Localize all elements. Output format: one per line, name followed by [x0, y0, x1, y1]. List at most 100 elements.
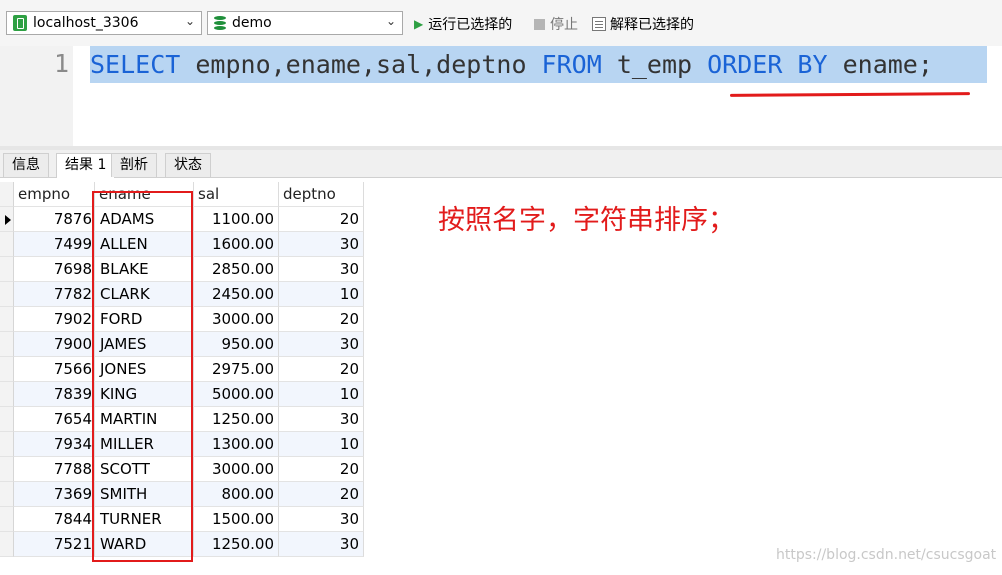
toolbar: localhost_3306 ⌄ demo ⌄ ▶ 运行已选择的 停止 解释已选… — [0, 0, 1002, 46]
sql-text: ename; — [827, 50, 933, 79]
database-select[interactable]: demo ⌄ — [207, 11, 403, 35]
sql-editor[interactable]: 1 SELECT empno,ename,sal,deptno FROM t_e… — [0, 46, 1002, 146]
cell-ename[interactable]: MARTIN — [95, 407, 194, 432]
row-indicator[interactable] — [0, 507, 14, 532]
cell-empno[interactable]: 7839 — [14, 382, 95, 407]
row-indicator[interactable] — [0, 457, 14, 482]
explain-selected-button[interactable]: 解释已选择的 — [592, 14, 694, 34]
stop-label: 停止 — [550, 17, 578, 33]
tab-profile[interactable]: 剖析 — [111, 153, 157, 177]
row-indicator[interactable] — [0, 282, 14, 307]
cell-empno[interactable]: 7902 — [14, 307, 95, 332]
cell-ename[interactable]: SCOTT — [95, 457, 194, 482]
cell-empno[interactable]: 7654 — [14, 407, 95, 432]
cell-sal[interactable]: 1600.00 — [194, 232, 279, 257]
cell-deptno[interactable]: 10 — [279, 282, 364, 307]
run-selected-button[interactable]: ▶ 运行已选择的 — [414, 14, 512, 34]
cell-ename[interactable]: JAMES — [95, 332, 194, 357]
cell-sal[interactable]: 800.00 — [194, 482, 279, 507]
row-indicator[interactable] — [0, 307, 14, 332]
row-indicator[interactable] — [0, 332, 14, 357]
cell-ename[interactable]: ALLEN — [95, 232, 194, 257]
cell-deptno[interactable]: 20 — [279, 307, 364, 332]
cell-ename[interactable]: WARD — [95, 532, 194, 557]
cell-sal[interactable]: 950.00 — [194, 332, 279, 357]
cell-deptno[interactable]: 20 — [279, 457, 364, 482]
connection-label: localhost_3306 — [33, 15, 139, 31]
cell-ename[interactable]: FORD — [95, 307, 194, 332]
cell-sal[interactable]: 2450.00 — [194, 282, 279, 307]
current-row-indicator-icon[interactable] — [0, 207, 14, 232]
cell-sal[interactable]: 1250.00 — [194, 407, 279, 432]
cell-ename[interactable]: KING — [95, 382, 194, 407]
column-header-deptno[interactable]: deptno — [279, 182, 364, 207]
chevron-down-icon[interactable]: ⌄ — [185, 14, 195, 28]
cell-deptno[interactable]: 30 — [279, 232, 364, 257]
cell-deptno[interactable]: 30 — [279, 507, 364, 532]
cell-empno[interactable]: 7900 — [14, 332, 95, 357]
row-indicator[interactable] — [0, 382, 14, 407]
cell-empno[interactable]: 7566 — [14, 357, 95, 382]
column-header-sal[interactable]: sal — [194, 182, 279, 207]
connection-icon — [13, 15, 27, 31]
stop-button[interactable]: 停止 — [534, 14, 578, 34]
cell-empno[interactable]: 7876 — [14, 207, 95, 232]
cell-deptno[interactable]: 10 — [279, 432, 364, 457]
cell-ename[interactable]: CLARK — [95, 282, 194, 307]
cell-ename[interactable]: TURNER — [95, 507, 194, 532]
cell-sal[interactable]: 1300.00 — [194, 432, 279, 457]
row-indicator[interactable] — [0, 232, 14, 257]
cell-deptno[interactable]: 30 — [279, 407, 364, 432]
cell-sal[interactable]: 1250.00 — [194, 532, 279, 557]
row-indicator[interactable] — [0, 257, 14, 282]
cell-deptno[interactable]: 30 — [279, 332, 364, 357]
watermark: https://blog.csdn.net/csucsgoat — [776, 547, 997, 563]
connection-select[interactable]: localhost_3306 ⌄ — [6, 11, 202, 35]
cell-ename[interactable]: JONES — [95, 357, 194, 382]
column-header-empno[interactable]: empno — [14, 182, 95, 207]
cell-ename[interactable]: BLAKE — [95, 257, 194, 282]
tab-result-1[interactable]: 结果 1 — [56, 153, 116, 178]
cell-empno[interactable]: 7788 — [14, 457, 95, 482]
cell-deptno[interactable]: 20 — [279, 207, 364, 232]
cell-empno[interactable]: 7521 — [14, 532, 95, 557]
cell-deptno[interactable]: 20 — [279, 357, 364, 382]
sql-keyword: ORDER BY — [707, 50, 828, 79]
tab-info[interactable]: 信息 — [3, 153, 49, 177]
column-header-ename[interactable]: ename — [95, 182, 194, 207]
cell-sal[interactable]: 1100.00 — [194, 207, 279, 232]
cell-empno[interactable]: 7499 — [14, 232, 95, 257]
cell-empno[interactable]: 7934 — [14, 432, 95, 457]
cell-deptno[interactable]: 30 — [279, 257, 364, 282]
play-icon: ▶ — [414, 17, 424, 31]
cell-ename[interactable]: ADAMS — [95, 207, 194, 232]
row-indicator[interactable] — [0, 532, 14, 557]
cell-empno[interactable]: 7782 — [14, 282, 95, 307]
explain-selected-label: 解释已选择的 — [610, 17, 694, 33]
chevron-down-icon[interactable]: ⌄ — [386, 14, 396, 28]
cell-sal[interactable]: 1500.00 — [194, 507, 279, 532]
cell-empno[interactable]: 7369 — [14, 482, 95, 507]
cell-ename[interactable]: SMITH — [95, 482, 194, 507]
sql-code-line[interactable]: SELECT empno,ename,sal,deptno FROM t_emp… — [90, 46, 987, 83]
sql-keyword: FROM — [541, 50, 602, 79]
row-indicator[interactable] — [0, 357, 14, 382]
cell-ename[interactable]: MILLER — [95, 432, 194, 457]
cell-deptno[interactable]: 30 — [279, 532, 364, 557]
run-selected-label: 运行已选择的 — [428, 17, 513, 33]
cell-sal[interactable]: 2975.00 — [194, 357, 279, 382]
cell-sal[interactable]: 3000.00 — [194, 457, 279, 482]
tab-status[interactable]: 状态 — [165, 153, 211, 177]
line-gutter: 1 — [0, 46, 73, 146]
sql-text: empno,ename,sal,deptno — [180, 50, 542, 79]
cell-sal[interactable]: 2850.00 — [194, 257, 279, 282]
cell-empno[interactable]: 7698 — [14, 257, 95, 282]
row-indicator[interactable] — [0, 432, 14, 457]
row-indicator[interactable] — [0, 407, 14, 432]
cell-deptno[interactable]: 20 — [279, 482, 364, 507]
cell-sal[interactable]: 3000.00 — [194, 307, 279, 332]
cell-empno[interactable]: 7844 — [14, 507, 95, 532]
cell-deptno[interactable]: 10 — [279, 382, 364, 407]
cell-sal[interactable]: 5000.00 — [194, 382, 279, 407]
row-indicator[interactable] — [0, 482, 14, 507]
